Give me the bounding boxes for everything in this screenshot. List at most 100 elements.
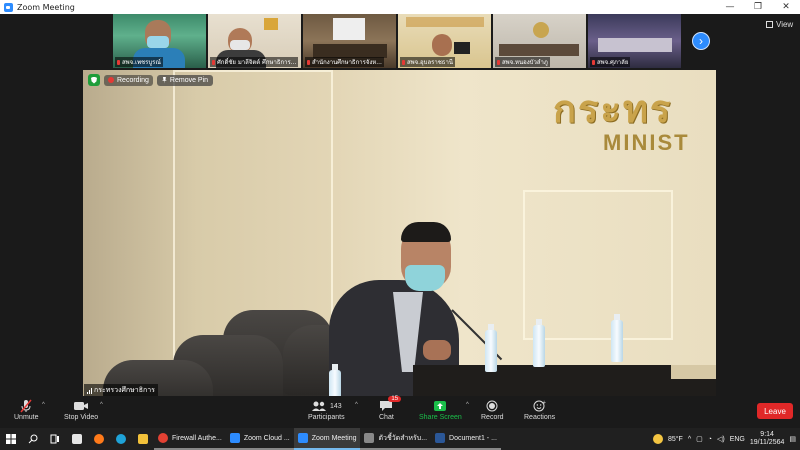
water-bottle [533,319,545,367]
share-screen-button[interactable]: Share Screen [419,398,462,421]
search-icon[interactable] [22,428,44,450]
zoom-logo-icon [4,2,13,12]
meet-now-icon[interactable]: ▢ [696,435,703,443]
taskbar-app-label: Zoom Cloud ... [243,434,290,442]
speaker-hair [401,222,451,242]
participant-tile[interactable]: สพจ.ศุภาลัย [588,14,681,68]
pinned-video[interactable]: กระทร MINIST [83,70,716,396]
task-view-icon[interactable] [44,428,66,450]
image-viewer-icon [364,433,375,443]
record-icon [486,398,498,414]
firefox-icon[interactable] [88,428,110,450]
grid-view-icon [766,21,773,28]
unmute-label: Unmute [14,414,39,421]
participant-name: สพจ.เพชรบูรณ์ [115,57,163,67]
system-tray: 85°F ^ ▢ ◔ ◁) ENG 9:14 19/11/2564 ▤ [652,431,800,447]
remove-pin-label: Remove Pin [169,76,209,84]
maximize-button[interactable]: ❐ [744,0,772,14]
participant-tile[interactable]: สพจ.เพชรบูรณ์ [113,14,206,68]
window-titlebar: Zoom Meeting — ❐ ✕ [0,0,800,14]
next-page-button[interactable]: › [692,32,710,50]
participant-tile[interactable]: ศักดิ์ชัย มาลีจิตต์ ศึกษาธิการ... [208,14,301,68]
record-dot-icon [108,77,114,83]
share-options-caret[interactable]: ^ [466,402,469,408]
chrome-icon [158,433,168,443]
view-label: View [776,20,794,29]
smiley-plus-icon: + [533,398,546,414]
participant-name: ศักดิ์ชัย มาลีจิตต์ ศึกษาธิการ... [210,57,298,67]
chevron-up-icon[interactable]: ^ [688,436,691,443]
record-button[interactable]: Record [481,398,504,421]
windows-start-icon[interactable] [0,428,22,450]
audio-options-caret[interactable]: ^ [42,402,45,408]
encryption-shield-icon[interactable] [88,74,100,86]
recording-label: Recording [117,76,149,84]
edge-icon[interactable] [110,428,132,450]
network-icon[interactable]: ◔ [708,436,712,443]
taskbar-app-firewall[interactable]: Firewall Authe... [154,428,226,450]
remove-pin-button[interactable]: Remove Pin [156,74,214,86]
participants-button[interactable]: 143 Participants [308,398,345,421]
video-camera-icon [73,398,89,414]
unmute-button[interactable]: Unmute [14,398,39,421]
taskbar-app-document-thai[interactable]: ตัวชี้วัดสำหรับ... [360,428,432,450]
participant-name: สพจ.อุบลราชธานี [400,57,455,67]
chevron-right-icon: › [699,34,703,48]
window-controls: — ❐ ✕ [716,0,800,14]
clock-time: 9:14 [760,431,774,438]
water-bottle [329,364,341,396]
muted-mic-icon [212,60,215,65]
speaker-name: กระทรวงศึกษาธิการ [94,386,155,394]
close-button[interactable]: ✕ [772,0,800,14]
share-screen-icon [433,398,447,414]
weather-temp[interactable]: 85°F [668,436,683,443]
participant-name: สพจ.หนองบัวลำภู [495,57,550,67]
wall-sign-english: MINIST [603,130,690,155]
notifications-icon[interactable]: ▤ [789,435,796,443]
file-explorer-icon[interactable] [132,428,154,450]
svg-text:+: + [542,400,546,406]
window-title: Zoom Meeting [17,2,75,12]
volume-icon[interactable]: ◁) [717,435,725,443]
stop-video-button[interactable]: Stop Video [64,398,98,421]
participants-options-caret[interactable]: ^ [355,402,358,408]
weather-icon[interactable] [652,434,663,444]
store-icon[interactable] [66,428,88,450]
video-options-caret[interactable]: ^ [100,402,103,408]
chat-bubble-icon: 15 [379,396,402,414]
stop-video-label: Stop Video [64,414,99,421]
system-clock[interactable]: 9:14 19/11/2564 [750,431,785,447]
taskbar-app-zoom-cloud[interactable]: Zoom Cloud ... [225,428,294,450]
minimize-button[interactable]: — [716,0,744,14]
participant-tile[interactable]: สำนักงานศึกษาธิการจังห... [303,14,396,68]
participant-name: สำนักงานศึกษาธิการจังห... [305,57,384,67]
windows-taskbar: Firewall Authe... Zoom Cloud ... Zoom Me… [0,428,800,450]
muted-mic-icon [19,398,33,414]
muted-mic-icon [592,60,595,65]
reactions-button[interactable]: + Reactions [524,398,555,421]
leave-button[interactable]: Leave [757,403,793,419]
chat-button[interactable]: 15 Chat [379,396,402,421]
taskbar-app-word[interactable]: Document1 - ... [431,428,501,450]
participants-count: 143 [329,402,342,410]
reactions-label: Reactions [524,414,556,421]
participant-tile[interactable]: สพจ.หนองบัวลำภู [493,14,586,68]
taskbar-app-zoom-meeting[interactable]: Zoom Meeting [293,428,361,450]
wall-panel [523,190,673,340]
record-label: Record [481,414,504,421]
view-button[interactable]: View [766,20,793,29]
recording-bar: Recording Remove Pin [88,74,214,86]
zoom-icon [297,433,308,443]
pin-icon [161,76,167,84]
taskbar-app-label: Zoom Meeting [311,434,357,442]
lang-indicator[interactable]: ENG [730,436,745,443]
participant-tile[interactable]: สพจ.อุบลราชธานี [398,14,491,68]
nameplate [671,365,716,379]
muted-mic-icon [117,60,120,65]
recording-indicator[interactable]: Recording [104,74,153,86]
water-bottle [611,314,623,362]
clock-date: 19/11/2564 [749,439,785,446]
participants-icon: 143 [311,398,342,414]
taskbar-app-label: Document1 - ... [449,434,497,442]
gallery-strip: สพจ.เพชรบูรณ์ ศักดิ์ชัย มาลีจิตต์ ศึกษาธ… [113,14,681,68]
